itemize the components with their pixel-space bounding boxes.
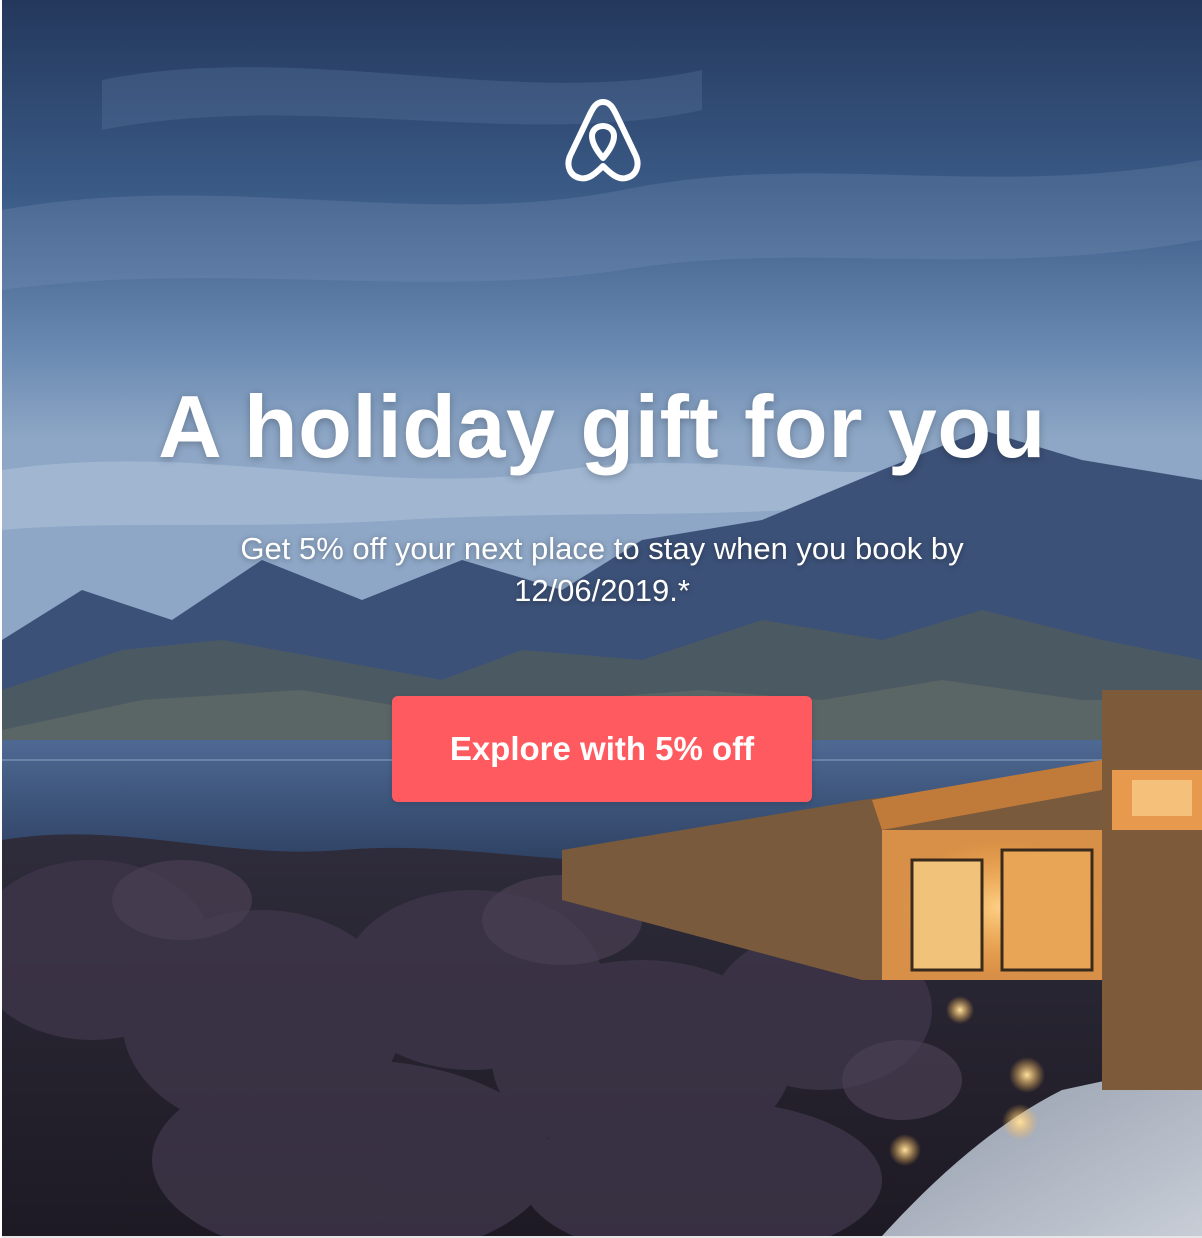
explore-discount-button[interactable]: Explore with 5% off [392, 696, 812, 802]
headline: A holiday gift for you [158, 377, 1046, 476]
email-hero: A holiday gift for you Get 5% off your n… [2, 0, 1202, 1238]
offer-subtext: Get 5% off your next place to stay when … [240, 531, 964, 608]
hero-background-image [2, 0, 1202, 1236]
airbnb-logo-icon[interactable] [562, 96, 644, 184]
